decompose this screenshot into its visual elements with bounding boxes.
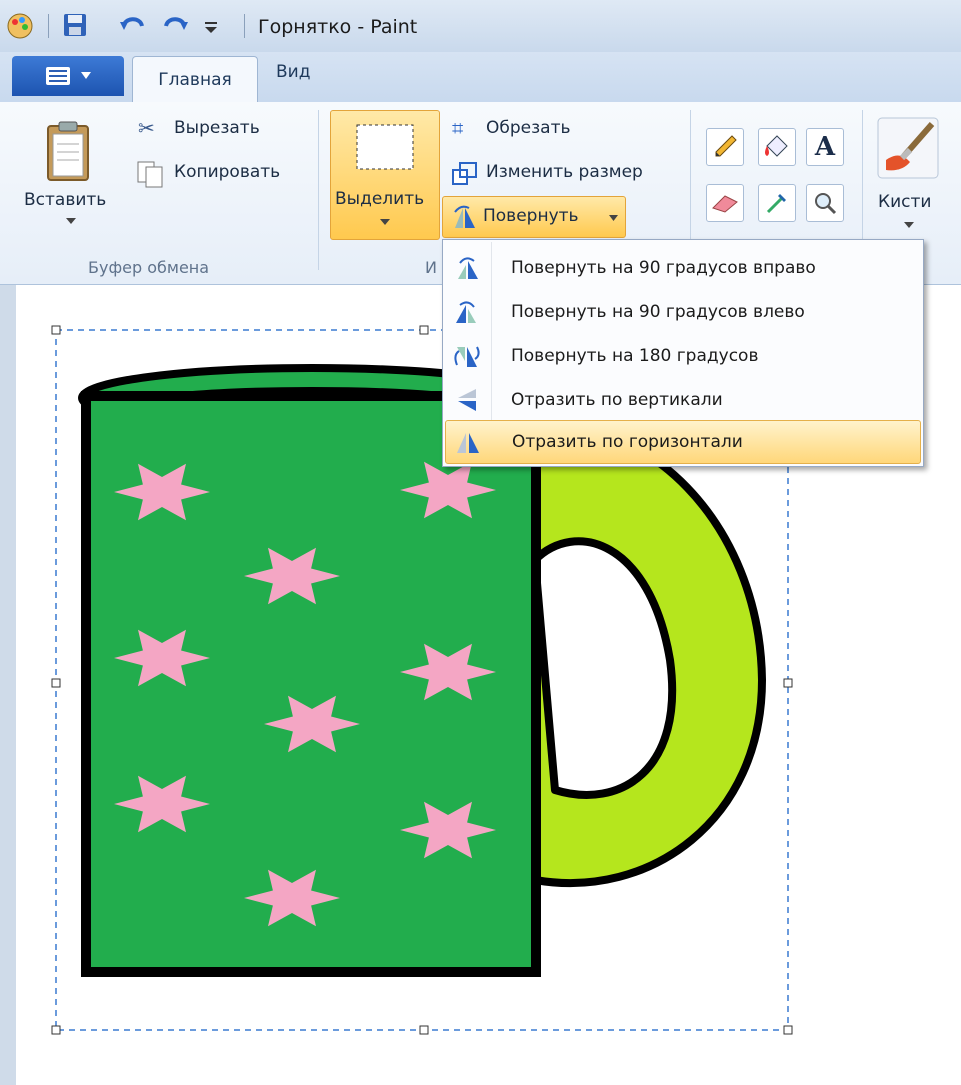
rotate-button[interactable]: Повернуть xyxy=(442,196,626,238)
customize-icon[interactable] xyxy=(204,18,218,39)
rotate-menu: Повернуть на 90 градусов вправо Повернут… xyxy=(442,239,924,467)
paste-button[interactable]: Вставить xyxy=(10,112,120,242)
menu-item-label: Повернуть на 90 градусов влево xyxy=(511,302,805,322)
chevron-down-icon xyxy=(380,219,390,225)
brush-icon xyxy=(877,117,939,179)
rotate-label: Повернуть xyxy=(483,206,579,226)
menu-item-label: Повернуть на 90 градусов вправо xyxy=(511,258,816,278)
paste-label: Вставить xyxy=(24,190,107,210)
menu-item-label: Отразить по вертикали xyxy=(511,390,723,410)
select-label: Выделить xyxy=(335,189,425,209)
text-tool-icon[interactable]: A xyxy=(806,128,844,166)
resize-button[interactable]: Изменить размер xyxy=(448,158,688,188)
copy-button[interactable]: Копировать xyxy=(134,158,314,188)
cut-label: Вырезать xyxy=(174,118,260,138)
flip-vertical-icon xyxy=(445,378,489,422)
menu-item-rotate-left[interactable]: Повернуть на 90 градусов влево xyxy=(445,290,919,334)
rotate-right-icon xyxy=(445,246,489,290)
undo-icon[interactable] xyxy=(118,12,148,43)
copy-icon xyxy=(137,161,163,188)
flip-horizontal-icon xyxy=(446,420,490,464)
chevron-down-icon xyxy=(904,222,914,228)
menu-item-flip-horizontal[interactable]: Отразить по горизонтали xyxy=(445,420,921,464)
resize-icon xyxy=(452,162,477,185)
resize-label: Изменить размер xyxy=(486,162,643,182)
menu-icon xyxy=(46,67,70,85)
selection-rect-icon xyxy=(356,124,414,170)
tab-home[interactable]: Главная xyxy=(132,56,258,103)
redo-icon[interactable] xyxy=(160,12,190,43)
tab-view[interactable]: Вид xyxy=(276,62,310,82)
paint-menu-button[interactable] xyxy=(12,56,124,96)
window-title: Горнятко - Paint xyxy=(258,16,418,38)
chevron-down-icon xyxy=(609,215,618,221)
copy-label: Копировать xyxy=(174,162,281,182)
brushes-label: Кисти xyxy=(878,192,932,212)
clipboard-group-label: Буфер обмена xyxy=(88,258,210,277)
menu-item-rotate-right[interactable]: Повернуть на 90 градусов вправо xyxy=(445,246,919,290)
crop-button[interactable]: ⌗ Обрезать xyxy=(448,116,648,146)
fill-bucket-icon[interactable] xyxy=(758,128,796,166)
title-bar: Горнятко - Paint xyxy=(0,0,961,52)
chevron-down-icon xyxy=(66,218,76,224)
cut-button[interactable]: ✂ Вырезать xyxy=(134,116,294,146)
clipboard-icon xyxy=(47,121,89,181)
rotate-180-icon xyxy=(445,334,489,378)
eraser-icon[interactable] xyxy=(706,184,744,222)
scissors-icon: ✂ xyxy=(138,116,155,140)
select-button[interactable]: Выделить xyxy=(330,110,440,240)
paint-app-icon[interactable] xyxy=(6,12,34,45)
chevron-down-icon xyxy=(81,72,91,79)
crop-label: Обрезать xyxy=(486,118,571,138)
mug-handle xyxy=(531,423,766,888)
rotate-icon xyxy=(454,205,475,228)
image-group-label: И xyxy=(425,258,437,277)
color-picker-icon[interactable] xyxy=(758,184,796,222)
save-icon[interactable] xyxy=(62,12,88,43)
crop-icon: ⌗ xyxy=(452,116,464,140)
magnifier-icon[interactable] xyxy=(806,184,844,222)
menu-item-rotate-180[interactable]: Повернуть на 180 градусов xyxy=(445,334,919,378)
brushes-button[interactable]: Кисти xyxy=(870,112,950,242)
menu-item-label: Повернуть на 180 градусов xyxy=(511,346,759,366)
menu-item-label: Отразить по горизонтали xyxy=(512,432,743,452)
pencil-icon[interactable] xyxy=(706,128,744,166)
rotate-left-icon xyxy=(445,290,489,334)
menu-item-flip-vertical[interactable]: Отразить по вертикали xyxy=(445,378,919,422)
